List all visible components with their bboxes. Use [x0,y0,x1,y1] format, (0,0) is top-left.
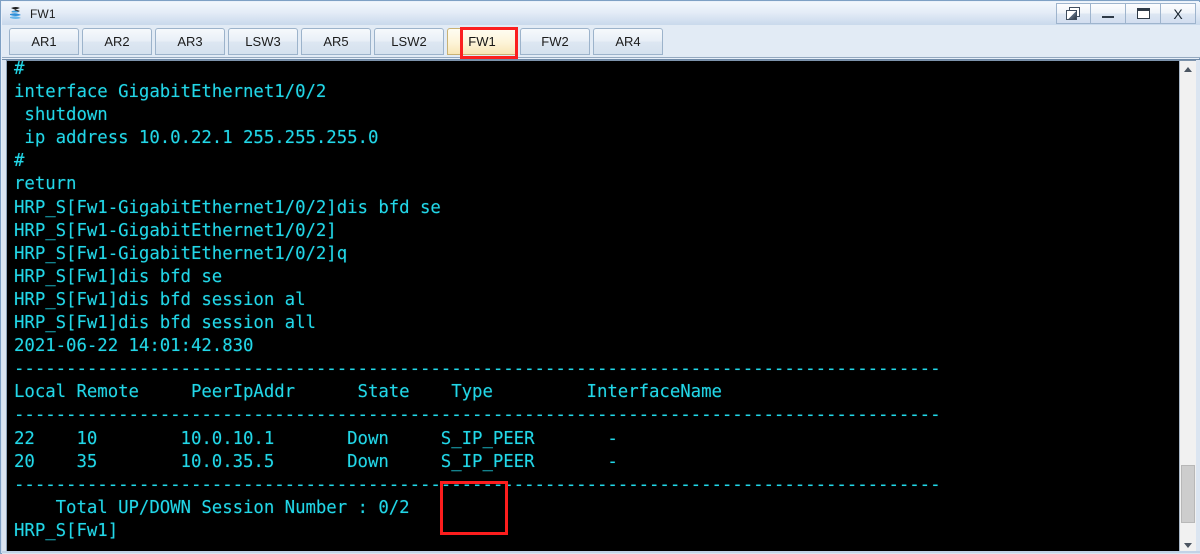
tab-label: AR4 [615,34,641,49]
chevron-down-icon [1184,543,1192,548]
device-tab-bar: AR1 AR2 AR3 LSW3 AR5 LSW2 FW1 FW2 AR4 [2,25,1200,58]
window-title: FW1 [30,6,56,21]
terminal-output-area[interactable]: # interface GigabitEthernet1/0/2 shutdow… [7,61,1179,553]
terminal-text: # interface GigabitEthernet1/0/2 shutdow… [14,61,941,541]
window-bottom-border [2,551,1200,553]
minimize-icon [1102,9,1114,18]
tab-ar5[interactable]: AR5 [301,28,371,55]
close-icon: X [1173,5,1183,22]
restore-icon [1066,7,1081,20]
firewall-icon [7,5,25,23]
chevron-up-icon [1184,67,1192,72]
tab-label: FW1 [468,34,496,49]
tab-label: AR3 [177,34,203,49]
tab-label: AR1 [31,34,57,49]
scrollbar-thumb[interactable] [1181,465,1195,523]
device-console-window: FW1 X AR1 AR2 AR3 LSW3 AR5 LSW2 FW1 FW2 … [0,0,1200,554]
tab-label: AR5 [323,34,349,49]
tab-label: LSW3 [245,34,281,49]
terminal-frame: # interface GigabitEthernet1/0/2 shutdow… [6,60,1196,553]
tab-label: LSW2 [391,34,427,49]
terminal-panel: # interface GigabitEthernet1/0/2 shutdow… [2,59,1200,554]
maximize-window-button[interactable] [1126,3,1161,24]
tab-list: AR1 AR2 AR3 LSW3 AR5 LSW2 FW1 FW2 AR4 [9,28,666,57]
minimize-window-button[interactable] [1091,3,1126,24]
tab-ar3[interactable]: AR3 [155,28,225,55]
tab-lsw2[interactable]: LSW2 [374,28,444,55]
tab-label: FW2 [541,34,569,49]
tab-ar1[interactable]: AR1 [9,28,79,55]
tab-ar2[interactable]: AR2 [82,28,152,55]
maximize-icon [1136,8,1150,19]
tab-ar4[interactable]: AR4 [593,28,663,55]
tab-fw2[interactable]: FW2 [520,28,590,55]
title-bar[interactable]: FW1 X [2,2,1200,25]
restore-window-button[interactable] [1056,3,1091,24]
tab-fw1[interactable]: FW1 [447,28,517,55]
tab-label: AR2 [104,34,130,49]
terminal-scrollbar[interactable] [1179,61,1196,553]
scroll-up-button[interactable] [1180,61,1196,78]
tab-lsw3[interactable]: LSW3 [228,28,298,55]
close-window-button[interactable]: X [1161,3,1196,24]
window-controls: X [1056,3,1196,24]
